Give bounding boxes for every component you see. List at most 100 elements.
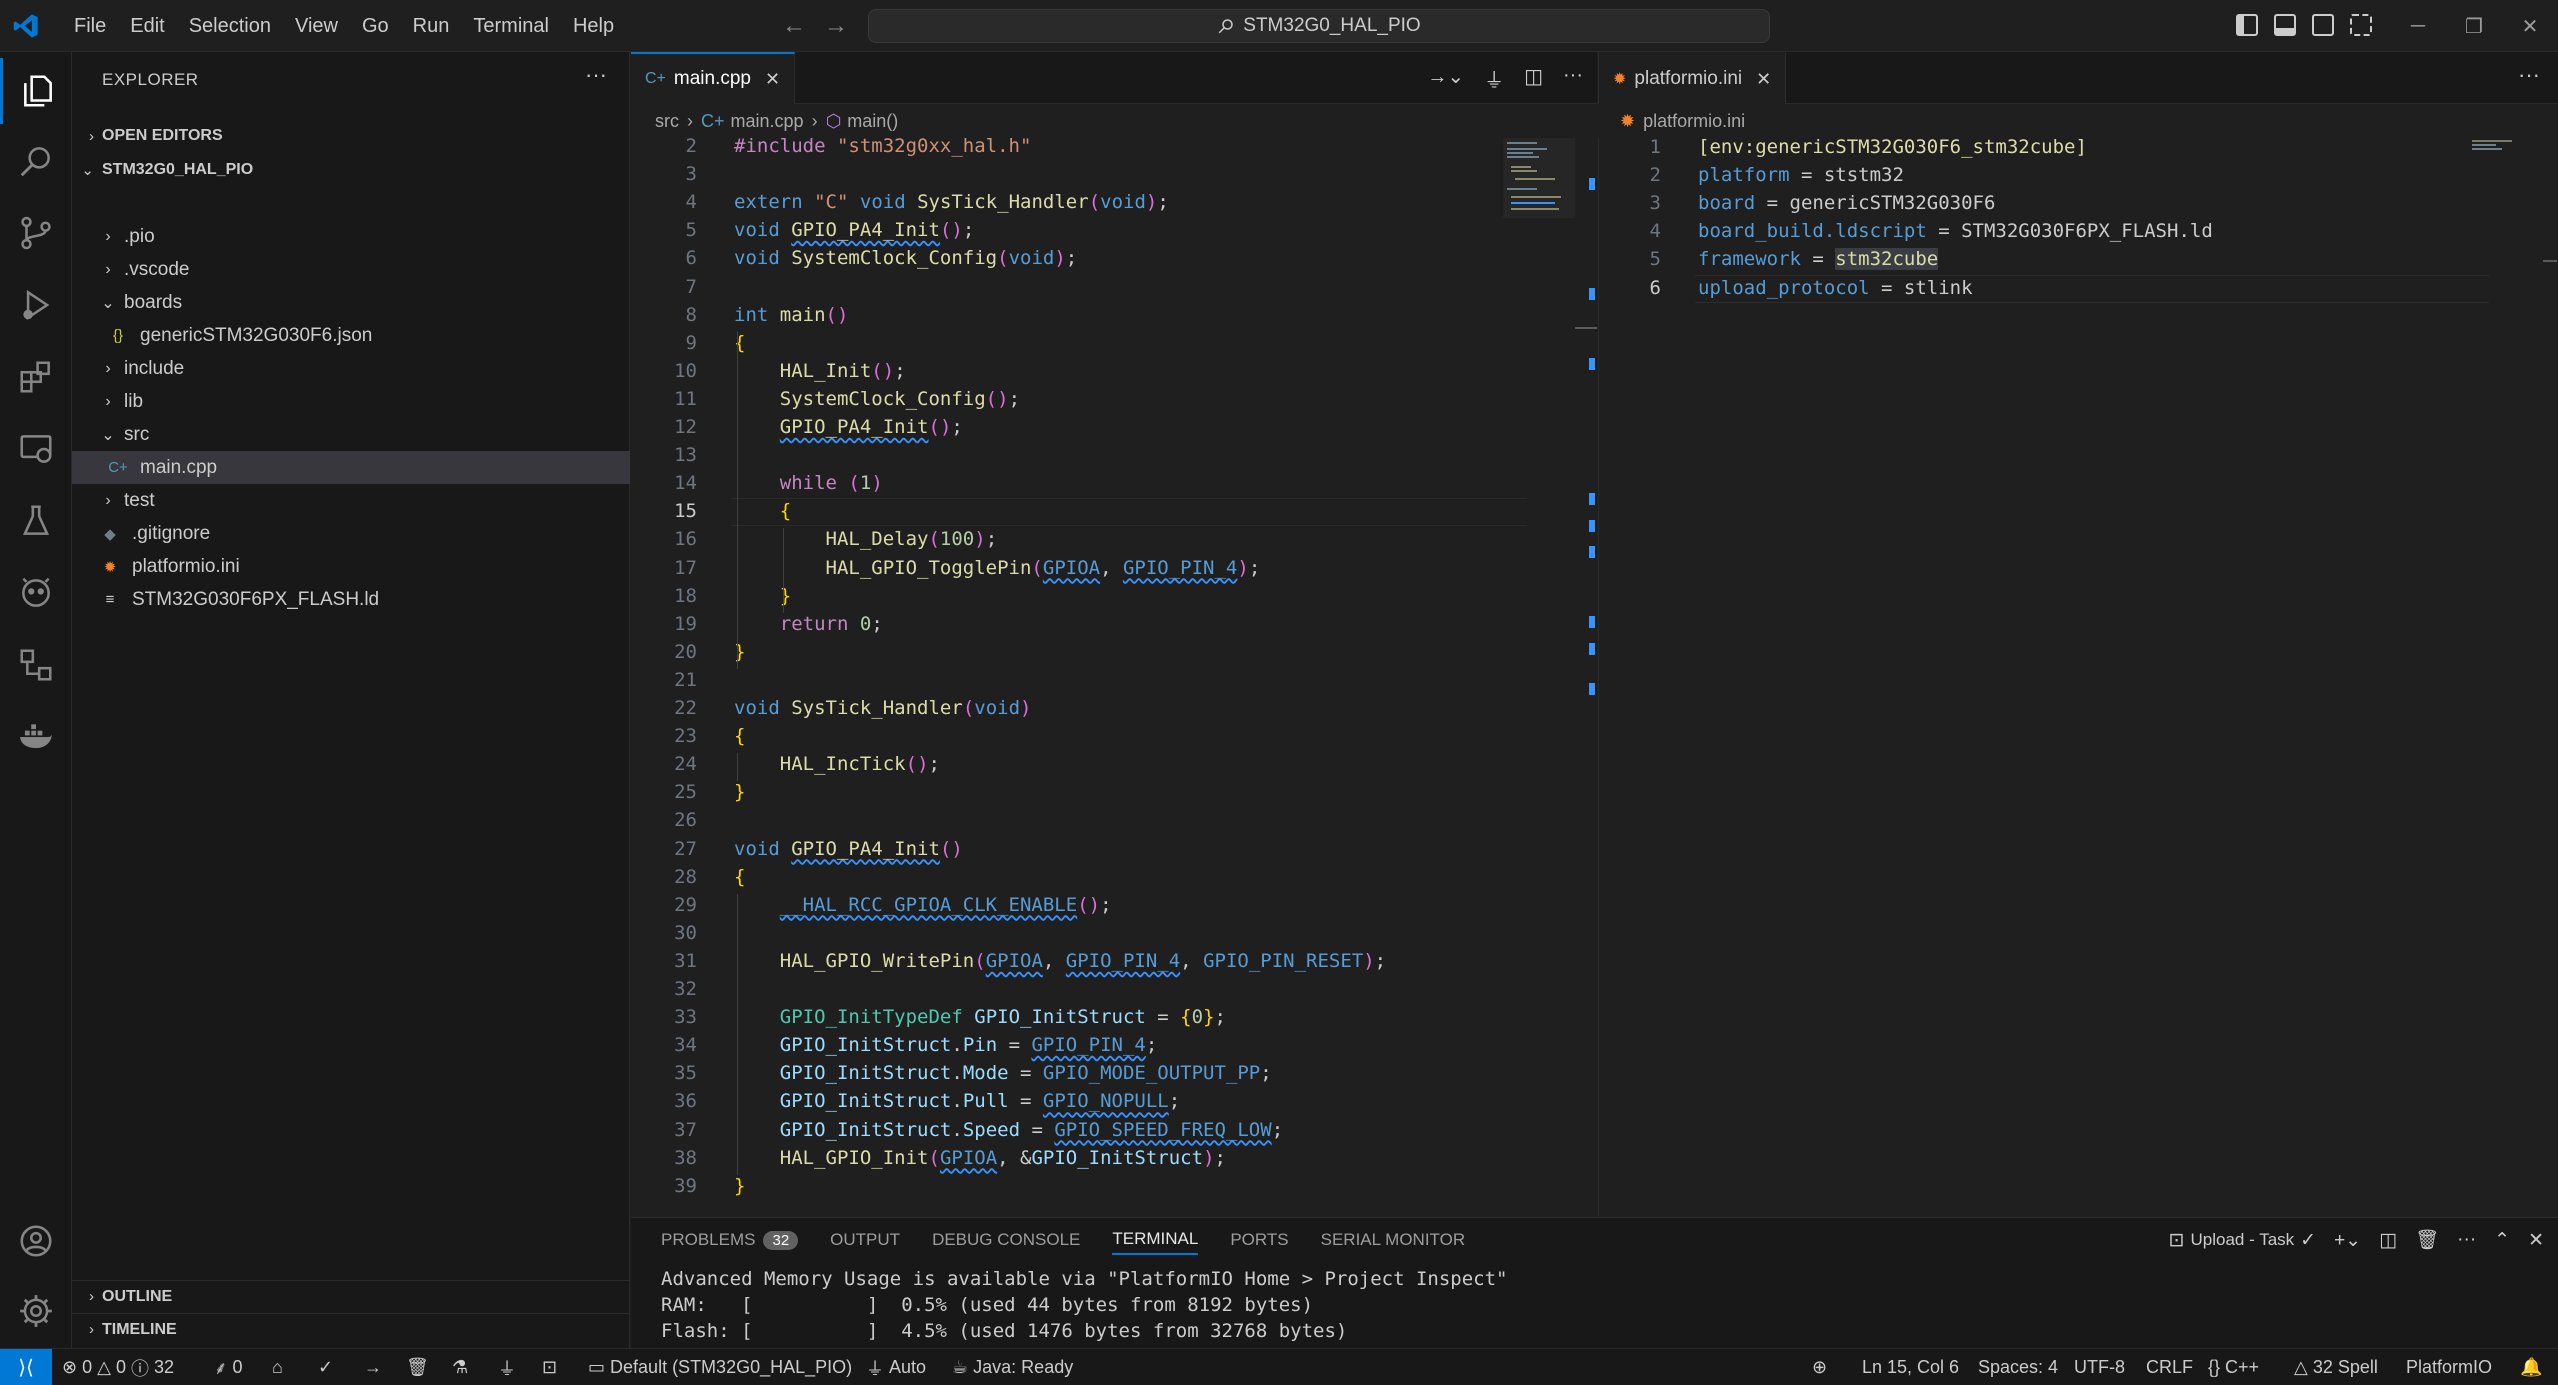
indentation[interactable]: Spaces: 4 [1978,1349,2058,1385]
pio-plug-icon[interactable]: ⏚ [1484,64,1504,93]
tab-terminal[interactable]: TERMINAL [1112,1229,1199,1255]
code-editor-main[interactable]: 2 #include "stm32g0xx_hal.h" 3 4 extern "C" … [631,138,1597,1216]
menu-selection[interactable]: Selection [177,15,283,38]
pio-upload-icon[interactable]: → [364,1349,382,1385]
close-panel-icon[interactable]: ✕ [2528,1229,2544,1252]
more-actions-icon[interactable]: ··· [2518,62,2540,88]
maximize-panel-icon[interactable]: ⌃ [2494,1229,2510,1252]
pio-terminal-icon[interactable]: ⊡ [542,1349,557,1385]
settings-gear-icon[interactable] [0,1278,72,1344]
run-arrow-icon[interactable]: →⌄ [1427,64,1464,93]
breadcrumb-file[interactable]: main.cpp [731,111,804,132]
forward-arrow-icon[interactable]: → [824,12,848,40]
source-control-icon[interactable] [0,200,72,266]
outline-section[interactable]: › OUTLINE [72,1280,630,1312]
menu-view[interactable]: View [283,15,350,38]
tree-folder[interactable]: › include [72,352,630,385]
explorer-icon[interactable] [0,58,72,124]
breadcrumb-src[interactable]: src [655,111,679,132]
accounts-icon[interactable] [0,1208,72,1274]
breadcrumb-symbol[interactable]: main() [847,111,898,132]
close-tab-icon[interactable]: ✕ [1756,69,1771,90]
encoding[interactable]: UTF-8 [2074,1349,2125,1385]
open-editors-section[interactable]: › OPEN EDITORS [72,120,630,152]
tab-output[interactable]: OUTPUT [830,1230,900,1254]
pio-home-icon[interactable]: ⌂ [272,1349,283,1385]
editor-scrollbar[interactable] [1575,138,1597,1216]
remote-indicator-icon[interactable]: ⟩⟨ [0,1349,52,1385]
tree-file[interactable]: ≡ STM32G030F6PX_FLASH.ld [72,583,630,616]
tab-debug-console[interactable]: DEBUG CONSOLE [932,1230,1080,1254]
tree-folder[interactable]: ⌄ boards [72,286,630,319]
close-tab-icon[interactable]: ✕ [765,69,780,90]
tree-file[interactable]: ◆ .gitignore [72,517,630,550]
testing-icon[interactable] [0,488,72,554]
timeline-section[interactable]: › TIMELINE [72,1313,630,1345]
tree-file[interactable]: ✹ platformio.ini [72,550,630,583]
back-arrow-icon[interactable]: ← [782,12,806,40]
pio-build-icon[interactable]: ✓ [318,1349,333,1385]
tree-folder[interactable]: › test [72,484,630,517]
tree-folder[interactable]: › .vscode [72,253,630,286]
kill-terminal-icon[interactable]: 🗑 [2415,1228,2439,1252]
minimap[interactable] [1503,138,1575,218]
menu-terminal[interactable]: Terminal [461,15,561,38]
tree-folder[interactable]: ⌄ src [72,418,630,451]
auto-port-selector[interactable]: ⏚ Auto [866,1349,926,1385]
extensions-icon[interactable] [0,344,72,410]
docker-icon[interactable] [0,704,72,770]
zoom-icon[interactable]: ⊕ [1812,1349,1827,1385]
tree-file[interactable]: C+ main.cpp [72,451,630,484]
menu-edit[interactable]: Edit [118,15,176,38]
spell-check[interactable]: △ 32 Spell [2294,1349,2378,1385]
new-terminal-icon[interactable]: +⌄ [2334,1229,2361,1252]
pio-clean-icon[interactable]: 🗑 [406,1349,429,1385]
split-editor-icon[interactable]: ◫ [1524,64,1543,93]
tab-ports[interactable]: PORTS [1230,1230,1288,1254]
connections-icon[interactable] [0,632,72,698]
tab-platformio-ini[interactable]: ✹ platformio.ini ✕ [1599,52,1787,104]
breadcrumb-file[interactable]: platformio.ini [1643,111,1745,132]
toggle-panel-icon[interactable] [2274,14,2296,36]
ports-status[interactable]: ⸙ 0 [214,1349,243,1385]
run-debug-icon[interactable] [0,272,72,338]
problems-status[interactable]: ⊗ 0 △ 0 ⓘ 32 [62,1349,174,1385]
toggle-primary-sidebar-icon[interactable] [2236,14,2258,36]
pio-env-selector[interactable]: ▭ Default (STM32G0_HAL_PIO) [588,1349,852,1385]
line-ending[interactable]: CRLF [2146,1349,2193,1385]
pio-serial-monitor-icon[interactable]: ⏚ [498,1349,516,1385]
language-mode[interactable]: {} C++ [2208,1349,2259,1385]
menu-go[interactable]: Go [350,15,401,38]
command-center-search[interactable]: STM32G0_HAL_PIO [868,9,1770,43]
tab-problems[interactable]: PROBLEMS 32 [661,1230,799,1254]
code-editor-secondary[interactable]: 1 [env:genericSTM32G030F6_stm32cube] 2 plat… [1598,136,2558,1216]
java-status[interactable]: ☕ Java: Ready [952,1349,1073,1385]
tree-file[interactable]: {} genericSTM32G030F6.json [72,319,630,352]
menu-run[interactable]: Run [401,15,462,38]
remote-explorer-icon[interactable] [0,416,72,482]
more-actions-icon[interactable]: ··· [585,62,607,88]
tab-serial-monitor[interactable]: SERIAL MONITOR [1321,1230,1466,1254]
customize-layout-icon[interactable] [2350,14,2372,36]
split-terminal-icon[interactable]: ◫ [2379,1229,2397,1252]
minimap[interactable] [2470,138,2522,154]
notifications-bell-icon[interactable]: 🔔 [2520,1349,2542,1385]
more-actions-icon[interactable]: ··· [1563,64,1583,93]
pio-test-icon[interactable]: ⚗ [452,1349,468,1385]
menu-help[interactable]: Help [561,15,626,38]
menu-file[interactable]: File [62,15,118,38]
tree-folder[interactable]: › lib [72,385,630,418]
project-section[interactable]: ⌄ STM32G0_HAL_PIO [72,154,630,186]
platformio-icon[interactable] [0,560,72,626]
search-view-icon[interactable] [0,128,72,194]
more-actions-icon[interactable]: ··· [2457,1229,2476,1251]
tree-folder[interactable]: › .pio [72,220,630,253]
tab-main-cpp[interactable]: C+ main.cpp ✕ [631,52,796,104]
minimize-icon[interactable]: ─ [2390,0,2446,52]
toggle-secondary-sidebar-icon[interactable] [2312,14,2334,36]
close-window-icon[interactable]: ✕ [2502,0,2558,52]
cursor-position[interactable]: Ln 15, Col 6 [1862,1349,1959,1385]
platformio-status[interactable]: PlatformIO [2406,1349,2492,1385]
terminal-task-label[interactable]: Upload - Task [2191,1230,2295,1250]
restore-icon[interactable]: ❐ [2446,0,2502,52]
